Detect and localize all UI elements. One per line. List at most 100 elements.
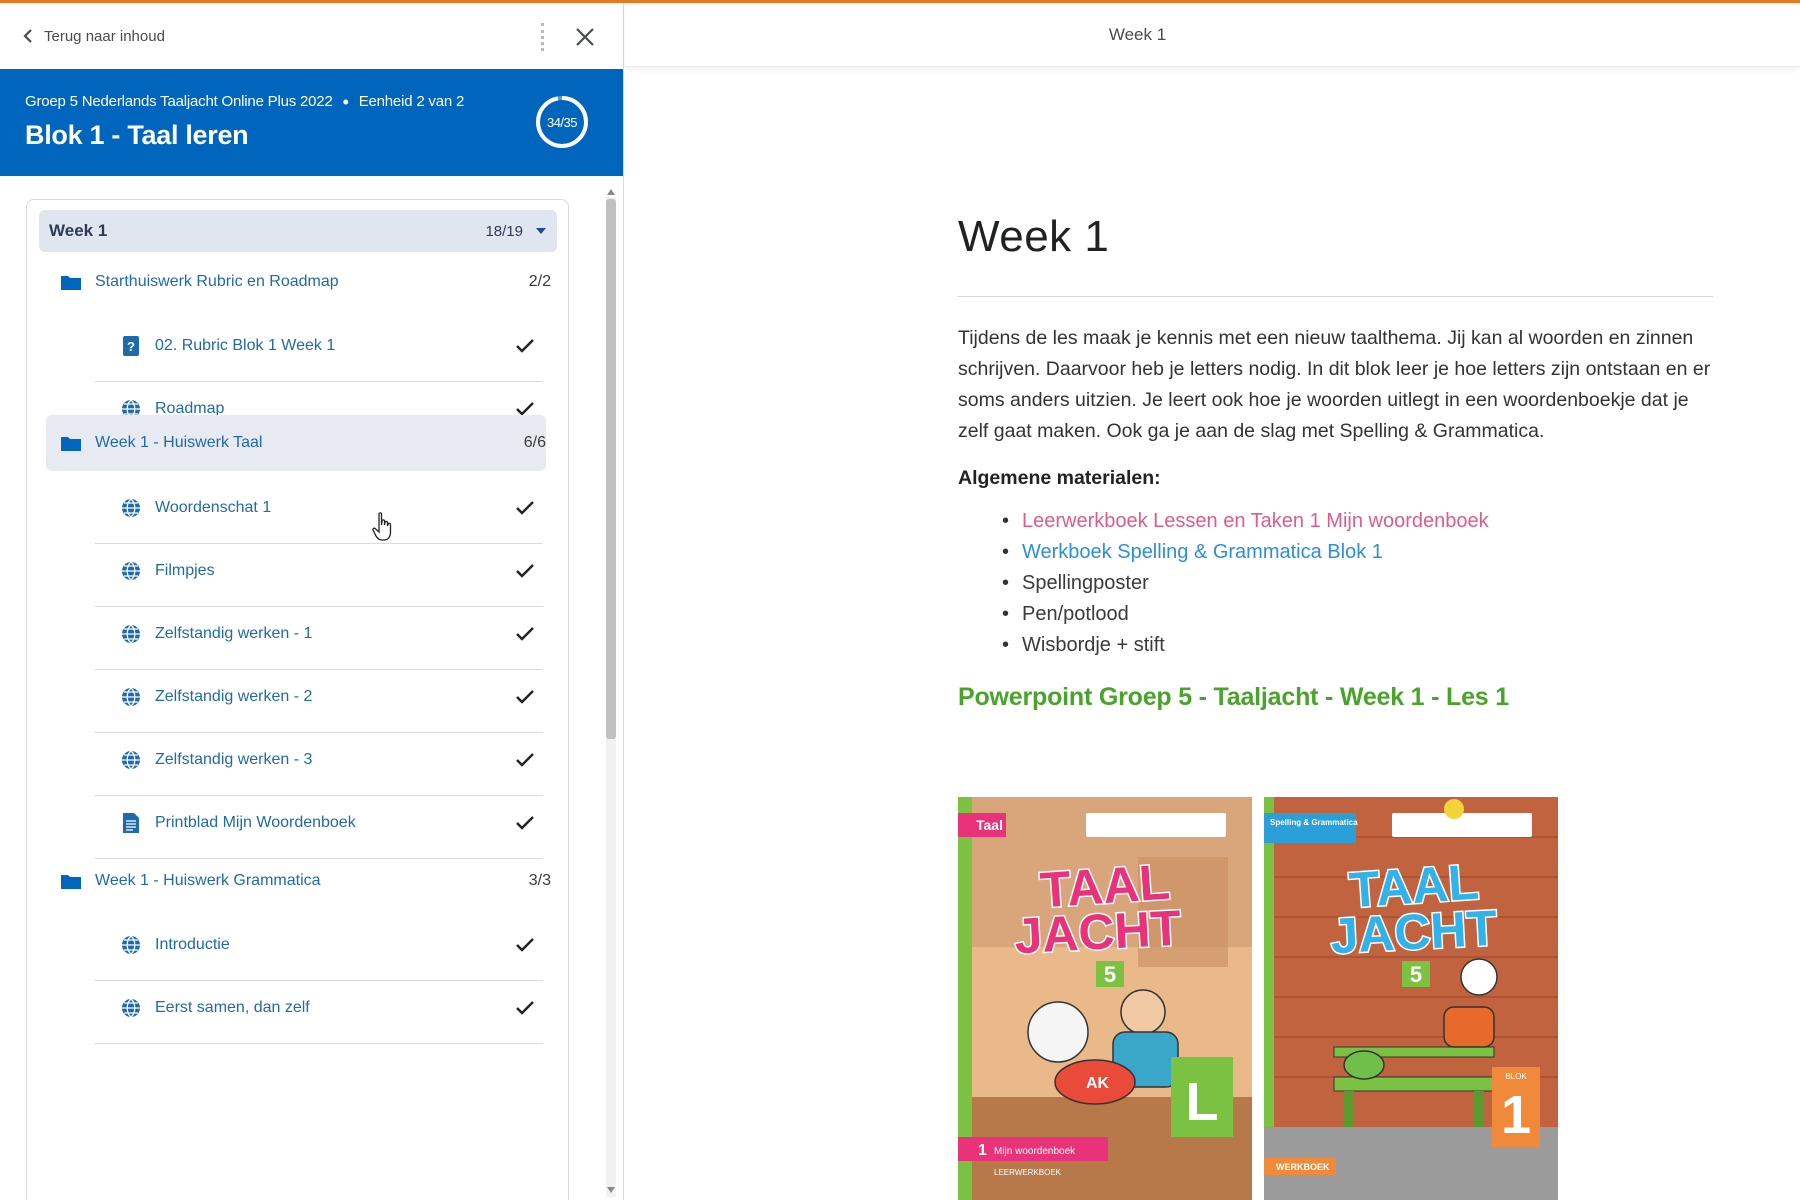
globe-icon: [121, 749, 141, 770]
cover-left-number: 5: [1104, 962, 1116, 987]
checkmark-icon: [516, 815, 534, 830]
completion-status: [503, 500, 543, 516]
globe-icon: [121, 686, 141, 707]
toc-folder-count: 2/2: [528, 273, 551, 290]
completion-status: [503, 689, 543, 705]
completion-status: [503, 815, 543, 831]
back-link-label: Terug naar inhoud: [44, 27, 165, 45]
toc-item-label: Introductie: [155, 935, 230, 953]
cover-left-bottom-sub: LEERWERKBOEK: [994, 1168, 1062, 1177]
cover-left-taaljacht-art[interactable]: Taal TAAL JACHT 5 AK L 1 Mijn woordenboe…: [958, 797, 1252, 1200]
course-unit: Eenheid 2 van 2: [358, 93, 465, 110]
course-title: Blok 1 - Taal leren: [25, 120, 249, 150]
scrollbar-thumb[interactable]: [606, 199, 616, 739]
toc-item-label: Woordenschat 1: [155, 498, 272, 516]
checkmark-icon: [516, 626, 534, 641]
completion-status: [503, 626, 543, 642]
scroll-down-arrow-icon[interactable]: [607, 1187, 615, 1193]
content-topbar: Week 1: [625, 3, 1800, 67]
toc-item-02-rubric-blok-1-week-1[interactable]: ? 02. Rubric Blok 1 Week 1: [95, 310, 543, 382]
course-meta: Groep 5 Nederlands Taaljacht Online Plus…: [25, 91, 598, 112]
cover-left-bottom-label: Mijn woordenboek: [994, 1146, 1076, 1157]
toc-topbar: Terug naar inhoud: [0, 3, 623, 69]
toc-item-woordenschat-1[interactable]: Woordenschat 1: [95, 472, 543, 544]
checkmark-icon: [516, 563, 534, 578]
checkmark-icon: [516, 937, 534, 952]
cover-right-tag: Spelling & Grammatica: [1270, 818, 1358, 827]
checkmark-icon: [516, 752, 534, 767]
week-1-header[interactable]: Week 1 18/19: [39, 210, 557, 252]
toc-item-introductie[interactable]: Introductie: [95, 909, 543, 981]
svg-text:?: ?: [127, 339, 135, 354]
cover-right-corner-label: BLOK: [1505, 1072, 1527, 1081]
toc-folder-week-1-huiswerk-grammatica[interactable]: Week 1 - Huiswerk Grammatica 3/3: [61, 853, 551, 909]
checkmark-icon: [516, 338, 534, 353]
hand-pointer-cursor-icon: [372, 512, 392, 541]
material-item: Pen/potlood: [1002, 599, 1713, 630]
toc-item-filmpjes[interactable]: Filmpjes: [95, 535, 543, 607]
intro-text: Tijdens de les maak je kennis met een ni…: [958, 327, 1711, 442]
toc-item-zelfstandig-werken-2[interactable]: Zelfstandig werken - 2: [95, 661, 543, 733]
scroll-up-arrow-icon[interactable]: [607, 189, 615, 195]
cover-left-bottom-number: 1: [978, 1142, 987, 1159]
checkmark-icon: [516, 689, 534, 704]
completion-status: [503, 338, 543, 354]
toc-folder-count: 6/6: [523, 434, 546, 451]
course-name: Groep 5 Nederlands Taaljacht Online Plus…: [25, 93, 333, 110]
toc-item-label: Starthuiswerk Rubric en Roadmap: [95, 273, 339, 290]
toc-item-label: Zelfstandig werken - 1: [155, 624, 313, 642]
toc-item-printblad-mijn-woordenboek[interactable]: Printblad Mijn Woordenboek: [95, 787, 543, 859]
meta-separator: •: [342, 91, 349, 112]
toc-folder-starthuiswerk-rubric-en-roadmap[interactable]: Starthuiswerk Rubric en Roadmap 2/2: [61, 254, 551, 310]
globe-icon: [121, 497, 141, 518]
caret-down-icon[interactable]: [535, 227, 547, 235]
cover-right-taaljacht-art[interactable]: Spelling & Grammatica TAAL JACHT 5 BLOK …: [1264, 797, 1558, 1200]
toc-item-label: Filmpjes: [155, 561, 215, 579]
material-item[interactable]: Werkboek Spelling & Grammatica Blok 1: [1002, 537, 1713, 568]
folder-icon: [61, 433, 81, 453]
toc-panel: Terug naar inhoud Groep 5 Nederlands Taa…: [0, 3, 624, 1200]
toc-item-label: Week 1 - Huiswerk Grammatica: [95, 872, 321, 889]
svg-text:AK: AK: [1086, 1075, 1110, 1092]
material-item[interactable]: Leerwerkboek Lessen en Taken 1 Mijn woor…: [1002, 506, 1713, 537]
top-accent-bar: [0, 0, 1800, 3]
globe-icon: [121, 997, 141, 1018]
quiz-icon: ?: [121, 335, 141, 356]
toc-item-zelfstandig-werken-1[interactable]: Zelfstandig werken - 1: [95, 598, 543, 670]
chevron-left-icon: [23, 29, 32, 43]
globe-icon: [121, 560, 141, 581]
book-covers: Taal TAAL JACHT 5 AK L 1 Mijn woordenboe…: [958, 797, 1558, 1200]
toc-scrollbar[interactable]: [604, 183, 618, 1200]
toc-item-eerst-samen-dan-zelf[interactable]: Eerst samen, dan zelf: [95, 972, 543, 1044]
cover-right-bottom-sub: WERKBOEK: [1276, 1162, 1330, 1172]
powerpoint-title[interactable]: Powerpoint Groep 5 - Taaljacht - Week 1 …: [958, 683, 1713, 712]
cover-right-number: 5: [1410, 962, 1422, 987]
materials-title: Algemene materialen:: [958, 467, 1161, 489]
document-icon: [121, 812, 141, 833]
panel-resize-handle[interactable]: [541, 23, 545, 51]
close-icon[interactable]: [572, 24, 598, 50]
toc-item-label: Zelfstandig werken - 3: [155, 750, 313, 768]
toc-item-zelfstandig-werken-3[interactable]: Zelfstandig werken - 3: [95, 724, 543, 796]
title-divider: [958, 296, 1713, 297]
cover-left-tag: Taal: [976, 817, 1003, 833]
content-topbar-title: Week 1: [1108, 24, 1167, 44]
back-to-content-link[interactable]: Terug naar inhoud: [22, 28, 165, 45]
cover-right-title-2: JACHT: [1329, 900, 1498, 965]
toc-item-label: Printblad Mijn Woordenboek: [155, 813, 356, 831]
completion-status: [503, 1000, 543, 1016]
page-title: Week 1: [958, 212, 1110, 261]
folder-icon: [61, 272, 81, 292]
week-label: Week 1: [49, 221, 108, 240]
week-count: 18/19: [485, 222, 523, 240]
toc-list: Week 1 18/19 Starthuiswerk Rubric en Roa…: [26, 199, 569, 1200]
content-area: Week 1 Tijdens de les maak je kennis met…: [958, 200, 1713, 712]
toc-item-label: Week 1 - Huiswerk Taal: [95, 434, 263, 451]
toc-item-label: 02. Rubric Blok 1 Week 1: [155, 336, 336, 354]
completion-status: [503, 752, 543, 768]
globe-icon: [121, 934, 141, 955]
course-header: Groep 5 Nederlands Taaljacht Online Plus…: [0, 69, 623, 176]
cover-right-corner-number: 1: [1501, 1085, 1531, 1145]
toc-folder-week-1-huiswerk-taal[interactable]: Week 1 - Huiswerk Taal 6/6: [46, 415, 546, 471]
toc-item-label: Eerst samen, dan zelf: [155, 998, 310, 1016]
